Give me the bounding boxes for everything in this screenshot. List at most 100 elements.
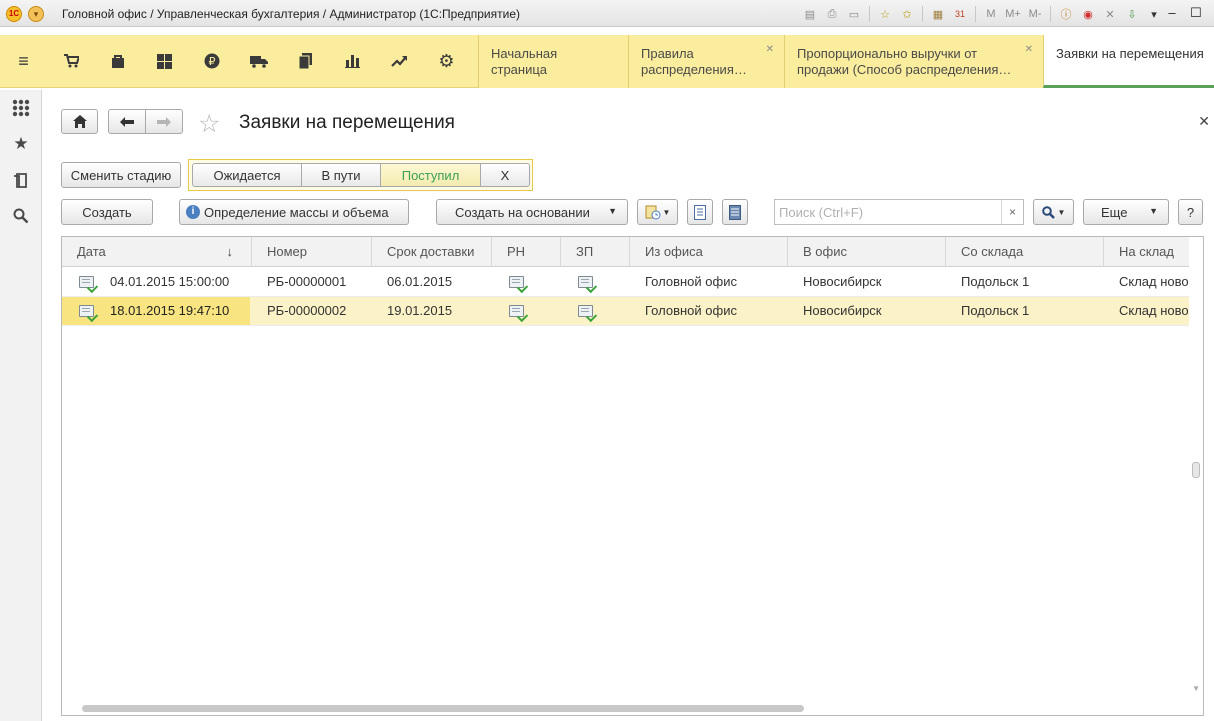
tab-close-icon[interactable]: ✕ (766, 42, 774, 58)
record-icon[interactable]: ◉ (1078, 5, 1098, 23)
stage-received-button[interactable]: Поступил (380, 163, 481, 187)
svg-text:₽: ₽ (208, 55, 215, 68)
print-preview-icon[interactable]: ▭ (844, 5, 864, 23)
warehouse-icon[interactable] (141, 35, 188, 88)
main-menu-icon[interactable]: ▾ (28, 6, 44, 22)
table-row[interactable]: 04.01.2015 15:00:00 РБ-00000001 06.01.20… (62, 268, 1190, 297)
search-clear-button[interactable]: × (1001, 200, 1023, 224)
maximize-button[interactable]: ☐ (1185, 4, 1207, 22)
create-button[interactable]: Создать (61, 199, 153, 225)
stop-icon[interactable]: ✕ (1100, 5, 1120, 23)
column-header-to-warehouse[interactable]: На склад (1104, 237, 1190, 267)
cell-delivery: 19.01.2015 (387, 303, 453, 318)
history-icon[interactable] (0, 162, 42, 198)
calendar-icon[interactable]: 31 (950, 5, 970, 23)
column-header-zp[interactable]: ЗП (561, 237, 630, 267)
help-button[interactable]: ? (1178, 199, 1203, 225)
stage-filter-group: Ожидается В пути Поступил X (188, 159, 533, 191)
sort-down-icon: ↓ (226, 244, 234, 259)
cell-date: 18.01.2015 19:47:10 (110, 303, 230, 318)
column-header-from-office[interactable]: Из офиса (630, 237, 788, 267)
search-field[interactable]: × (774, 199, 1024, 225)
column-header-delivery[interactable]: Срок доставки (372, 237, 492, 267)
print-icon[interactable]: ⎙ (822, 5, 842, 23)
tab-home[interactable]: Начальная страница (478, 35, 628, 88)
cell-to-office: Новосибирск (803, 303, 882, 318)
info-icon[interactable]: ⓘ (1056, 5, 1076, 23)
tab-transfer-requests[interactable]: Заявки на перемещения (1043, 35, 1214, 88)
report-button[interactable] (687, 199, 713, 225)
transfer-requests-table: Дата ↓ Номер Срок доставки РН ЗП Из офис… (61, 236, 1204, 716)
horizontal-scrollbar[interactable] (62, 701, 1190, 715)
info-icon: i (186, 205, 200, 219)
column-header-rn[interactable]: РН (492, 237, 561, 267)
search-input[interactable] (775, 200, 995, 224)
tab-distribution-method[interactable]: Пропорционально выручки от продажи (Спос… (784, 35, 1043, 88)
toolbar-separator (869, 6, 870, 22)
import-icon[interactable]: ⇩ (1122, 5, 1142, 23)
column-header-to-office[interactable]: В офис (788, 237, 946, 267)
open-tabs: Начальная страница Правила распределения… (478, 35, 1214, 88)
memory-m-icon[interactable]: M (981, 5, 1001, 23)
tab-label: Заявки на перемещения (1056, 46, 1204, 61)
attachments-button[interactable]: ▼ (637, 199, 678, 225)
back-button[interactable] (108, 109, 146, 134)
forward-button[interactable] (145, 109, 183, 134)
rn-posted-icon (509, 276, 524, 288)
menu-icon[interactable]: ≡ (0, 35, 47, 88)
save-icon[interactable]: ▤ (800, 5, 820, 23)
bag-icon[interactable] (94, 35, 141, 88)
cell-number: РБ-00000001 (267, 274, 347, 289)
arrow-right-icon (157, 116, 171, 127)
home-button[interactable] (61, 109, 98, 134)
toolbar-separator (922, 6, 923, 22)
minimize-button[interactable]: ‒ (1161, 4, 1183, 22)
column-header-number[interactable]: Номер (252, 237, 372, 267)
rn-posted-icon (509, 305, 524, 317)
tab-close-icon[interactable]: ✕ (1025, 42, 1033, 58)
tab-distribution-rules[interactable]: Правила распределения… ✕ (628, 35, 784, 88)
favorite-star-icon[interactable]: ☆ (198, 109, 220, 139)
form-close-icon[interactable]: ✕ (1198, 113, 1210, 130)
search-icon[interactable] (0, 198, 42, 234)
list-settings-button[interactable] (722, 199, 748, 225)
favorites-star-icon[interactable]: ★ (0, 126, 42, 162)
search-options-button[interactable]: ▼ (1033, 199, 1074, 225)
settings-icon[interactable]: ⚙ (423, 35, 470, 88)
stage-in-transit-button[interactable]: В пути (301, 163, 381, 187)
cell-to-office: Новосибирск (803, 274, 882, 289)
create-based-on-button[interactable]: Создать на основании ▼ (436, 199, 628, 225)
favorites-icon[interactable]: ✩ (897, 5, 917, 23)
chart-icon[interactable] (329, 35, 376, 88)
horizontal-scroll-thumb[interactable] (82, 705, 804, 712)
column-header-date[interactable]: Дата ↓ (62, 237, 252, 267)
memory-plus-icon[interactable]: M+ (1003, 5, 1023, 23)
change-stage-button[interactable]: Сменить стадию (61, 162, 181, 188)
calculator-icon[interactable]: ▦ (928, 5, 948, 23)
documents-icon[interactable] (282, 35, 329, 88)
vertical-scroll-thumb[interactable] (1192, 462, 1200, 478)
column-header-from-warehouse[interactable]: Со склада (946, 237, 1104, 267)
all-functions-icon[interactable] (0, 90, 42, 126)
memory-minus-icon[interactable]: M- (1025, 5, 1045, 23)
mass-volume-button[interactable]: i Определение массы и объема (179, 199, 409, 225)
document-icon (694, 204, 706, 220)
stage-clear-button[interactable]: X (480, 163, 530, 187)
table-row-selected[interactable]: 18.01.2015 19:47:10 РБ-00000002 19.01.20… (62, 297, 1190, 326)
scroll-down-icon[interactable]: ▼ (1192, 684, 1200, 693)
stage-expected-button[interactable]: Ожидается (192, 163, 302, 187)
mass-volume-label: Определение массы и объема (204, 204, 389, 220)
truck-icon[interactable] (235, 35, 282, 88)
sections-panel: ≡ ₽ ⚙ (0, 35, 478, 88)
cell-from-office: Головной офис (645, 303, 737, 318)
finance-icon[interactable]: ₽ (188, 35, 235, 88)
cell-date: 04.01.2015 15:00:00 (110, 274, 230, 289)
chevron-down-icon: ▼ (1149, 206, 1158, 216)
more-button[interactable]: Еще ▼ (1083, 199, 1169, 225)
tab-label: Пропорционально выручки от продажи (Спос… (797, 46, 1012, 77)
vertical-scrollbar[interactable]: ▼ (1189, 237, 1203, 715)
toolbar-separator (975, 6, 976, 22)
add-favorite-icon[interactable]: ☆ (875, 5, 895, 23)
trend-icon[interactable] (376, 35, 423, 88)
cart-icon[interactable] (47, 35, 94, 88)
